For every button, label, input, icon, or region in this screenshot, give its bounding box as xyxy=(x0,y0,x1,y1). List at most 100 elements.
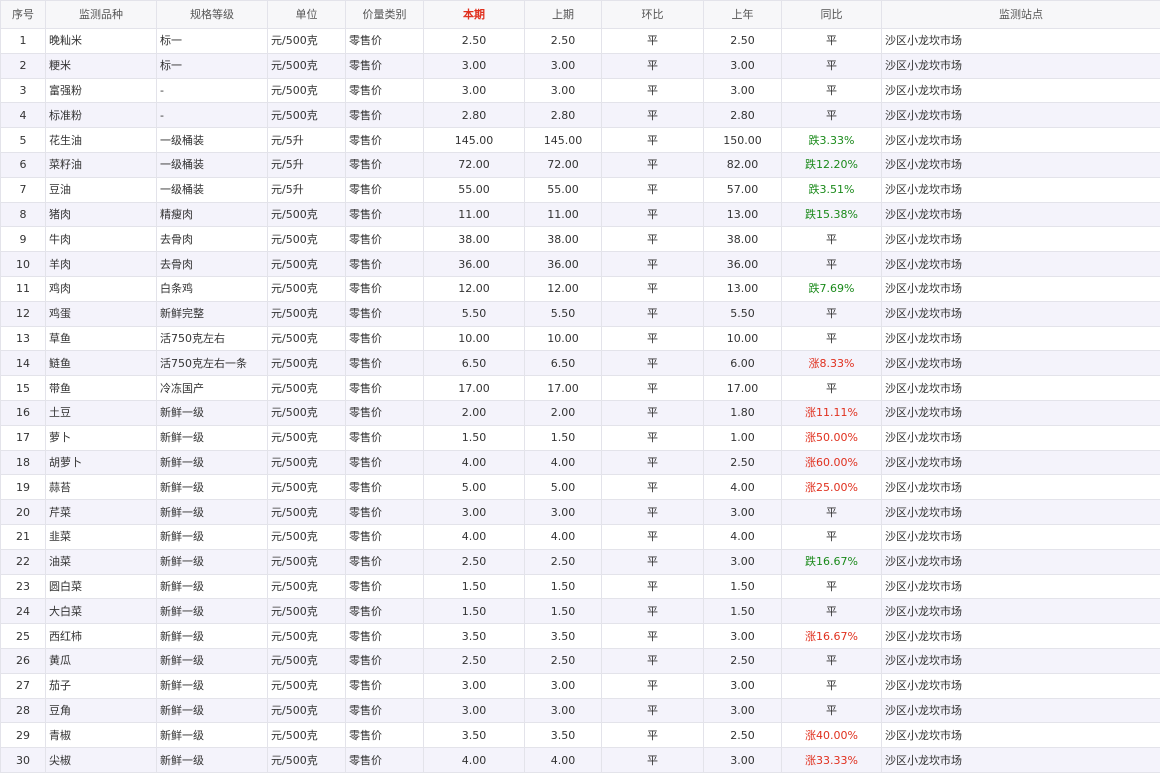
cell-station: 沙区小龙坎市场 xyxy=(881,548,1160,575)
header-row: 序号 监测品种 规格等级 单位 价量类别 本期 上期 环比 上年 同比 监测站点 xyxy=(0,0,1160,29)
cell-spec: 新鲜一级 xyxy=(156,449,268,476)
cell-last-year: 2.80 xyxy=(703,102,782,129)
cell-seq: 16 xyxy=(0,399,46,426)
cell-current: 3.50 xyxy=(423,722,525,749)
cell-spec: 白条鸡 xyxy=(156,275,268,302)
cell-last-year: 5.50 xyxy=(703,300,782,327)
table-row: 1 晚籼米 标一 元/500克 零售价 2.50 2.50 平 2.50 平沙区小龙坎市场 xyxy=(0,28,1160,54)
cell-unit: 元/500克 xyxy=(267,28,346,54)
cell-item: 油菜 xyxy=(45,548,157,575)
cell-spec: 一级桶装 xyxy=(156,127,268,153)
cell-previous: 145.00 xyxy=(524,127,602,153)
cell-seq: 24 xyxy=(0,598,46,625)
cell-current: 1.50 xyxy=(423,573,525,600)
cell-yoy: 涨50.00% xyxy=(781,424,882,451)
cell-last-year: 3.00 xyxy=(703,747,782,773)
cell-last-year: 1.80 xyxy=(703,399,782,426)
cell-previous: 3.00 xyxy=(524,52,602,79)
cell-seq: 4 xyxy=(0,102,46,129)
cell-spec: 标一 xyxy=(156,52,268,79)
cell-current: 1.50 xyxy=(423,598,525,625)
cell-previous: 2.50 xyxy=(524,548,602,575)
cell-yoy: 平 xyxy=(781,325,882,352)
cell-spec: 新鲜一级 xyxy=(156,499,268,525)
cell-spec: 活750克左右一条 xyxy=(156,350,268,377)
cell-spec: 标一 xyxy=(156,28,268,54)
cell-price-type: 零售价 xyxy=(345,102,424,129)
cell-current: 3.00 xyxy=(423,499,525,525)
cell-item: 圆白菜 xyxy=(45,573,157,600)
cell-last-year: 38.00 xyxy=(703,226,782,253)
header-col-current: 本期 xyxy=(423,0,525,29)
cell-mom: 平 xyxy=(601,747,704,773)
cell-previous: 2.50 xyxy=(524,28,602,54)
cell-yoy: 涨60.00% xyxy=(781,449,882,476)
cell-item: 豆油 xyxy=(45,176,157,203)
cell-yoy: 平 xyxy=(781,300,882,327)
cell-previous: 4.00 xyxy=(524,449,602,476)
cell-current: 3.50 xyxy=(423,623,525,649)
cell-spec: 新鲜一级 xyxy=(156,474,268,501)
cell-seq: 26 xyxy=(0,647,46,674)
cell-seq: 17 xyxy=(0,424,46,451)
cell-item: 牛肉 xyxy=(45,226,157,253)
cell-current: 4.00 xyxy=(423,449,525,476)
cell-mom: 平 xyxy=(601,300,704,327)
cell-yoy: 平 xyxy=(781,672,882,699)
cell-seq: 25 xyxy=(0,623,46,649)
cell-spec: 新鲜一级 xyxy=(156,647,268,674)
cell-item: 胡萝卜 xyxy=(45,449,157,476)
cell-mom: 平 xyxy=(601,672,704,699)
cell-current: 5.00 xyxy=(423,474,525,501)
table-row: 11 鸡肉 白条鸡 元/500克 零售价 12.00 12.00 平 13.00 跌7.69% 沙区… xyxy=(0,275,1160,302)
cell-spec: - xyxy=(156,102,268,129)
cell-price-type: 零售价 xyxy=(345,672,424,699)
cell-last-year: 3.00 xyxy=(703,623,782,649)
table-row: 6 菜籽油 一级桶装 元/5升 零售价 72.00 72.00 平 82.00 跌12.20% 沙区… xyxy=(0,151,1160,178)
cell-seq: 7 xyxy=(0,176,46,203)
cell-station: 沙区小龙坎市场 xyxy=(881,325,1160,352)
cell-price-type: 零售价 xyxy=(345,747,424,773)
cell-spec: 新鲜一级 xyxy=(156,722,268,749)
cell-station: 沙区小龙坎市场 xyxy=(881,747,1160,773)
cell-item: 菜籽油 xyxy=(45,151,157,178)
cell-yoy: 平 xyxy=(781,647,882,674)
cell-unit: 元/500克 xyxy=(267,722,346,749)
cell-last-year: 1.00 xyxy=(703,424,782,451)
cell-unit: 元/500克 xyxy=(267,672,346,699)
cell-current: 72.00 xyxy=(423,151,525,178)
cell-price-type: 零售价 xyxy=(345,275,424,302)
cell-last-year: 4.00 xyxy=(703,523,782,550)
cell-mom: 平 xyxy=(601,573,704,600)
cell-yoy: 平 xyxy=(781,375,882,401)
cell-yoy: 跌3.33% xyxy=(781,127,882,153)
cell-seq: 10 xyxy=(0,251,46,277)
cell-price-type: 零售价 xyxy=(345,697,424,724)
cell-last-year: 4.00 xyxy=(703,474,782,501)
header-col-station: 监测站点 xyxy=(881,0,1160,29)
cell-current: 2.50 xyxy=(423,647,525,674)
cell-current: 17.00 xyxy=(423,375,525,401)
cell-seq: 2 xyxy=(0,52,46,79)
cell-price-type: 零售价 xyxy=(345,623,424,649)
cell-item: 晚籼米 xyxy=(45,28,157,54)
cell-station: 沙区小龙坎市场 xyxy=(881,28,1160,54)
cell-unit: 元/500克 xyxy=(267,77,346,104)
cell-previous: 2.50 xyxy=(524,647,602,674)
cell-station: 沙区小龙坎市场 xyxy=(881,598,1160,625)
cell-mom: 平 xyxy=(601,226,704,253)
cell-station: 沙区小龙坎市场 xyxy=(881,672,1160,699)
cell-previous: 3.00 xyxy=(524,77,602,104)
cell-unit: 元/500克 xyxy=(267,697,346,724)
cell-mom: 平 xyxy=(601,350,704,377)
cell-previous: 4.00 xyxy=(524,747,602,773)
cell-previous: 3.00 xyxy=(524,697,602,724)
cell-price-type: 零售价 xyxy=(345,350,424,377)
cell-item: 粳米 xyxy=(45,52,157,79)
cell-station: 沙区小龙坎市场 xyxy=(881,697,1160,724)
cell-previous: 3.00 xyxy=(524,672,602,699)
table-row: 29 青椒 新鲜一级 元/500克 零售价 3.50 3.50 平 2.50 涨40.00% 沙区小… xyxy=(0,722,1160,749)
cell-mom: 平 xyxy=(601,127,704,153)
cell-item: 带鱼 xyxy=(45,375,157,401)
table-row: 20 芹菜 新鲜一级 元/500克 零售价 3.00 3.00 平 3.00 平沙区小龙坎市场 xyxy=(0,499,1160,525)
